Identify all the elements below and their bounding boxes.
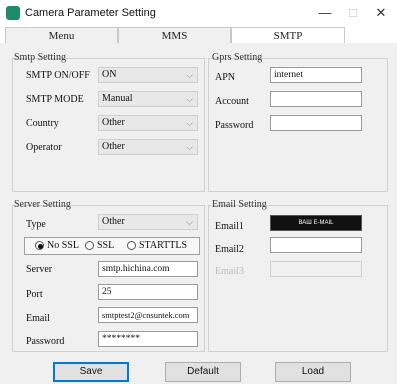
email-label: Email [26, 313, 50, 324]
starttls-label[interactable]: STARTTLS [139, 240, 187, 251]
close-button[interactable]: ✕ [370, 4, 392, 22]
operator-select[interactable]: Other ⌵ [98, 139, 198, 155]
server-type-value: Other [102, 216, 125, 227]
email3-label: Email3 [215, 266, 244, 277]
apn-input[interactable]: internet [270, 67, 362, 83]
default-button[interactable]: Default [165, 362, 241, 382]
server-password-label: Password [26, 336, 65, 347]
port-input[interactable]: 25 [98, 284, 198, 300]
email1-input[interactable]: ВАШ E-MAIL [270, 215, 362, 231]
window-title: Camera Parameter Setting [25, 7, 156, 19]
smtp-setting-title: Smtp Setting [14, 52, 66, 63]
apn-label: APN [215, 72, 236, 83]
smtp-mode-label: SMTP MODE [26, 94, 84, 105]
chevron-down-icon: ⌵ [186, 118, 193, 128]
gprs-password-label: Password [215, 120, 254, 131]
chevron-down-icon: ⌵ [186, 94, 193, 104]
type-label: Type [26, 219, 46, 230]
title-bar: Camera Parameter Setting — □ ✕ [0, 0, 397, 27]
operator-value: Other [102, 141, 125, 152]
load-button[interactable]: Load [275, 362, 351, 382]
email-input[interactable]: smtptest2@cnsuntek.com [98, 307, 198, 323]
country-value: Other [102, 117, 125, 128]
smtp-mode-value: Manual [102, 93, 133, 104]
operator-label: Operator [26, 142, 62, 153]
ssl-label[interactable]: SSL [97, 240, 114, 251]
email-setting-title: Email Setting [212, 199, 267, 210]
save-button[interactable]: Save [53, 362, 129, 382]
email2-label: Email2 [215, 244, 244, 255]
ssl-radio[interactable] [85, 241, 94, 250]
gprs-password-input[interactable] [270, 115, 362, 131]
no-ssl-radio[interactable] [35, 241, 44, 250]
country-select[interactable]: Other ⌵ [98, 115, 198, 131]
server-type-select[interactable]: Other ⌵ [98, 214, 198, 230]
smtp-on-off-select[interactable]: ON ⌵ [98, 67, 198, 83]
chevron-down-icon: ⌵ [186, 70, 193, 80]
smtp-on-off-value: ON [102, 69, 117, 80]
chevron-down-icon: ⌵ [186, 142, 193, 152]
email3-input [270, 261, 362, 277]
email1-label: Email1 [215, 221, 244, 232]
app-camera-icon [6, 6, 20, 20]
server-password-input[interactable]: ******** [98, 331, 198, 347]
ssl-radio-group: No SSL SSL STARTTLS [24, 237, 200, 255]
maximize-button[interactable]: □ [342, 4, 364, 22]
tab-menu[interactable]: Menu [5, 27, 118, 43]
account-input[interactable] [270, 91, 362, 107]
tab-mms[interactable]: MMS [118, 27, 231, 43]
server-setting-title: Server Setting [14, 199, 71, 210]
smtp-on-off-label: SMTP ON/OFF [26, 70, 90, 81]
email2-input[interactable] [270, 237, 362, 253]
gprs-setting-title: Gprs Setting [212, 52, 263, 63]
tab-bar: Menu MMS SMTP [5, 27, 345, 44]
starttls-radio[interactable] [127, 241, 136, 250]
minimize-button[interactable]: — [314, 4, 336, 22]
server-input[interactable]: smtp.hichina.com [98, 261, 198, 277]
port-label: Port [26, 289, 43, 300]
chevron-down-icon: ⌵ [186, 217, 193, 227]
country-label: Country [26, 118, 59, 129]
no-ssl-label[interactable]: No SSL [47, 240, 79, 251]
tab-smtp[interactable]: SMTP [231, 27, 345, 44]
server-label: Server [26, 264, 53, 275]
smtp-mode-select[interactable]: Manual ⌵ [98, 91, 198, 107]
account-label: Account [215, 96, 249, 107]
